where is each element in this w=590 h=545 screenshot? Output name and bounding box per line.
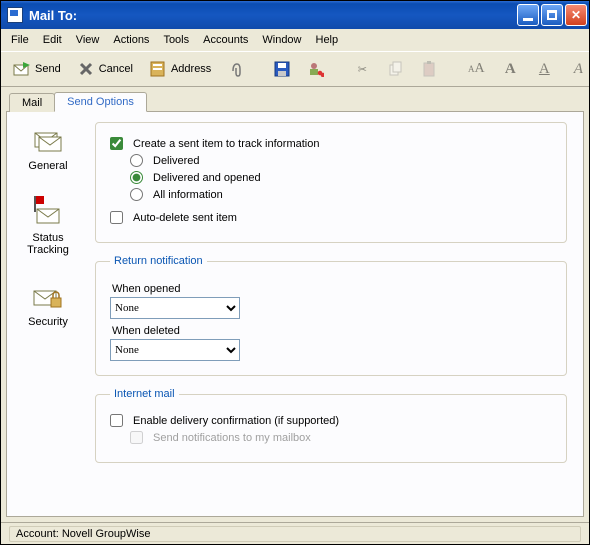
checkbox-create-sent[interactable] — [110, 137, 123, 150]
group-internet-mail: Internet mail Enable delivery confirmati… — [95, 388, 567, 463]
menu-edit[interactable]: Edit — [37, 32, 68, 48]
send-button[interactable]: Send — [7, 57, 67, 81]
copy-button[interactable] — [381, 57, 411, 81]
scissors-icon: ✂ — [353, 60, 371, 78]
person-icon — [307, 60, 325, 78]
app-icon — [7, 7, 23, 23]
side-item-status-tracking[interactable]: Status Tracking — [13, 196, 83, 260]
italic-icon: A — [569, 60, 587, 78]
font-size-icon: AA — [467, 60, 485, 78]
copy-icon — [387, 60, 405, 78]
label-all-information: All information — [153, 189, 223, 201]
window-buttons: ✕ — [517, 4, 587, 26]
attach-button[interactable] — [221, 57, 251, 81]
bold-button[interactable]: A — [495, 57, 525, 81]
save-button[interactable] — [267, 57, 297, 81]
tabs: Mail Send Options — [1, 87, 589, 111]
side-nav: General Status Tracking Security — [7, 112, 89, 516]
window-title: Mail To: — [29, 8, 517, 23]
menu-view[interactable]: View — [70, 32, 106, 48]
cancel-button[interactable]: Cancel — [71, 57, 139, 81]
label-create-sent: Create a sent item to track information — [133, 138, 319, 150]
label-delivered-opened: Delivered and opened — [153, 172, 261, 184]
close-button[interactable]: ✕ — [565, 4, 587, 26]
address-book-icon — [149, 60, 167, 78]
label-auto-delete: Auto-delete sent item — [133, 212, 237, 224]
minimize-button[interactable] — [517, 4, 539, 26]
radio-delivered-opened[interactable] — [130, 171, 143, 184]
toolbar: Send Cancel Address ✂ AA — [1, 51, 589, 87]
label-delivered: Delivered — [153, 155, 199, 167]
menu-help[interactable]: Help — [310, 32, 345, 48]
radio-all-information[interactable] — [130, 188, 143, 201]
side-label-security: Security — [28, 316, 68, 328]
clipboard-icon — [421, 60, 439, 78]
statusbar: Account: Novell GroupWise — [1, 522, 589, 544]
group-tracking: Create a sent item to track information … — [95, 122, 567, 243]
menu-accounts[interactable]: Accounts — [197, 32, 254, 48]
paste-button[interactable] — [415, 57, 445, 81]
label-when-deleted: When deleted — [112, 325, 552, 337]
tab-send-options[interactable]: Send Options — [54, 92, 147, 112]
menubar: File Edit View Actions Tools Accounts Wi… — [1, 29, 589, 51]
side-label-general: General — [28, 160, 67, 172]
select-when-opened[interactable]: None — [110, 297, 240, 319]
select-when-deleted[interactable]: None — [110, 339, 240, 361]
menu-tools[interactable]: Tools — [157, 32, 195, 48]
tab-panel: General Status Tracking Security Create … — [6, 111, 584, 517]
bold-icon: A — [501, 60, 519, 78]
legend-internet-mail: Internet mail — [110, 388, 179, 400]
checkbox-auto-delete[interactable] — [110, 211, 123, 224]
address-label: Address — [171, 63, 211, 75]
underline-button[interactable]: A — [529, 57, 559, 81]
group-return-notification: Return notification When opened None Whe… — [95, 255, 567, 376]
envelope-flag-icon — [31, 200, 65, 228]
label-enable-delivery-confirmation: Enable delivery confirmation (if support… — [133, 415, 339, 427]
cancel-label: Cancel — [99, 63, 133, 75]
paperclip-icon — [227, 60, 245, 78]
checkbox-send-notifications — [130, 431, 143, 444]
content: Create a sent item to track information … — [89, 112, 583, 516]
envelope-stack-icon — [31, 128, 65, 156]
side-label-status-tracking: Status Tracking — [27, 232, 69, 256]
titlebar: Mail To: ✕ — [1, 1, 589, 29]
address-button[interactable]: Address — [143, 57, 217, 81]
floppy-icon — [273, 60, 291, 78]
cut-button[interactable]: ✂ — [347, 57, 377, 81]
window: Mail To: ✕ File Edit View Actions Tools … — [0, 0, 590, 545]
maximize-button[interactable] — [541, 4, 563, 26]
radio-delivered[interactable] — [130, 154, 143, 167]
send-icon — [13, 60, 31, 78]
send-label: Send — [35, 63, 61, 75]
label-when-opened: When opened — [112, 283, 552, 295]
checkbox-enable-delivery-confirmation[interactable] — [110, 414, 123, 427]
envelope-lock-icon — [31, 284, 65, 312]
activity-button[interactable] — [301, 57, 331, 81]
tab-mail[interactable]: Mail — [9, 93, 55, 112]
cancel-icon — [77, 60, 95, 78]
font-size-button[interactable]: AA — [461, 57, 491, 81]
side-item-security[interactable]: Security — [13, 280, 83, 332]
legend-return-notification: Return notification — [110, 255, 207, 267]
underline-icon: A — [535, 60, 553, 78]
italic-button[interactable]: A — [563, 57, 590, 81]
label-send-notifications: Send notifications to my mailbox — [153, 432, 311, 444]
menu-window[interactable]: Window — [256, 32, 307, 48]
menu-actions[interactable]: Actions — [107, 32, 155, 48]
menu-file[interactable]: File — [5, 32, 35, 48]
status-account: Account: Novell GroupWise — [9, 526, 581, 542]
side-item-general[interactable]: General — [13, 124, 83, 176]
